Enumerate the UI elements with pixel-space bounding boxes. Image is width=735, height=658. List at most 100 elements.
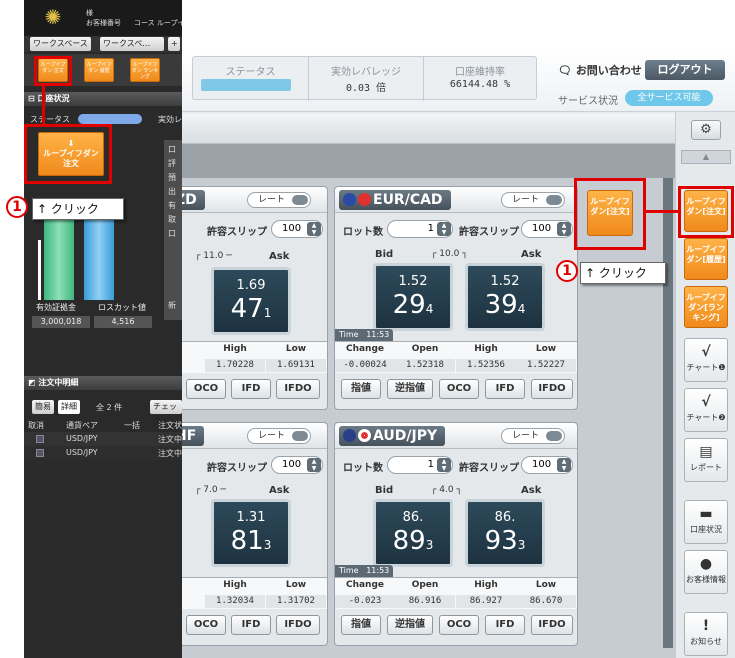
table-row[interactable]: USD/JPY 注文中 — [24, 432, 182, 446]
annotation-connector — [646, 210, 678, 213]
spread-value: ┌ 7.0 ─ — [195, 485, 226, 495]
row-checkbox[interactable] — [36, 435, 44, 443]
panel-title-bar: AUD/JPY レート — [335, 423, 577, 449]
stats-grid: Change Open High Low -0.00024 1.52318 1.… — [335, 341, 577, 373]
rate-toggle[interactable]: レート — [501, 428, 565, 444]
ask-label: Ask — [269, 485, 290, 496]
monitor-icon: ▬ — [699, 506, 713, 522]
floating-loop-order-button[interactable]: ループイフダン[注文] — [587, 190, 633, 236]
notice-icon: ! — [702, 618, 710, 634]
toggle-switch-icon — [546, 431, 562, 441]
effective-margin-value: 3,000,018 — [32, 316, 90, 328]
ask-price-button[interactable]: 1.69 471 — [211, 267, 291, 335]
check-button[interactable]: チェック — [150, 400, 182, 425]
sun-logo-icon: ✺ — [44, 5, 62, 29]
pair-label: EUR/CAD — [339, 190, 451, 210]
ask-price-button[interactable]: 1.52 394 — [465, 263, 545, 331]
slip-label: 許容スリップ — [459, 463, 519, 474]
dk-side-labels: 口 評 預 出 有 取 口 新 — [164, 140, 182, 320]
slip-label: 許容スリップ — [207, 227, 267, 238]
click-callout: ↑ クリック — [32, 198, 124, 220]
table-row[interactable]: USD/JPY 注文中 — [24, 446, 182, 460]
stop-button[interactable]: 逆指値 — [387, 379, 433, 399]
customer-info-button[interactable]: ● お客様情報 — [684, 550, 728, 594]
slip-select[interactable]: 100 ▲ ▼ — [521, 220, 573, 238]
loop-ranking-button[interactable]: ループイフダン[ランキング] — [684, 286, 728, 328]
lot-input[interactable]: 1 ▲ ▼ — [387, 456, 453, 474]
ifd-button[interactable]: IFD — [485, 379, 525, 399]
dark-tabs: ワークスペース ワークスペ… + — [24, 36, 182, 52]
lot-input[interactable]: 1 ▲ ▼ — [387, 220, 453, 238]
course-label: コース ループイフダン — [134, 19, 182, 27]
spinner-icon: ▲ ▼ — [557, 458, 571, 472]
dk-loop-ranking-button[interactable]: ループイフダン ランキング — [130, 58, 160, 82]
bid-price-button[interactable]: 1.52 294 — [373, 263, 453, 331]
workspace-scrollbar[interactable] — [663, 178, 673, 648]
row-checkbox[interactable] — [36, 449, 44, 457]
bid-label: Bid — [375, 249, 394, 260]
leverage-value: 0.03 倍 — [345, 83, 387, 94]
tab-workspace-2[interactable]: ワークスペ… — [100, 37, 164, 51]
ask-price-button[interactable]: 1.31 813 — [211, 499, 291, 567]
bid-price-button[interactable]: 86. 893 — [373, 499, 453, 567]
spinner-icon: ▲ ▼ — [557, 222, 571, 236]
ask-price-button[interactable]: 86. 933 — [465, 499, 545, 567]
chart2-button[interactable]: √ チャート❷ — [684, 388, 728, 432]
ask-label: Ask — [269, 251, 290, 262]
report-button[interactable]: ▤ レポート — [684, 438, 728, 482]
add-tab-icon[interactable]: + — [168, 37, 180, 51]
service-status-badge: 全サービス可能 — [625, 90, 713, 106]
spinner-icon: ▲ ▼ — [307, 222, 321, 236]
slip-label: 許容スリップ — [459, 227, 519, 238]
limit-button[interactable]: 指値 — [341, 379, 381, 399]
toggle-switch-icon — [292, 195, 308, 205]
dk-loop-history-button[interactable]: ループイフダン 履歴 — [84, 58, 114, 82]
losscut-label: ロスカット値 — [98, 303, 146, 312]
limit-button[interactable]: 指値 — [341, 615, 381, 635]
gear-icon[interactable]: ⚙ — [691, 120, 721, 140]
status-col: ステータス — [193, 57, 308, 101]
losscut-value: 4,516 — [94, 316, 152, 328]
oco-button[interactable]: OCO — [186, 615, 226, 635]
oco-button[interactable]: OCO — [439, 615, 479, 635]
scroll-up-icon[interactable]: ▲ — [681, 150, 731, 164]
account-status-panel: ステータス 実効レバレッジ 0.03 倍 口座維持率 66144.48 % — [192, 56, 537, 101]
oco-button[interactable]: OCO — [439, 379, 479, 399]
ifdo-button[interactable]: IFDO — [531, 379, 573, 399]
ifd-button[interactable]: IFD — [231, 379, 271, 399]
ifd-button[interactable]: IFD — [231, 615, 271, 635]
margin-col: 口座維持率 66144.48 % — [423, 57, 536, 101]
account-section-header: ⊟ 口座状況 — [24, 92, 182, 106]
slip-select[interactable]: 100 ▲ ▼ — [271, 220, 323, 238]
ifdo-button[interactable]: IFDO — [276, 379, 320, 399]
tab-detail[interactable]: 詳細 — [58, 400, 80, 414]
user-icon: ● — [699, 556, 713, 572]
ifdo-button[interactable]: IFDO — [276, 615, 320, 635]
service-status-label: サービス状況 — [558, 96, 618, 107]
oco-button[interactable]: OCO — [186, 379, 226, 399]
stop-button[interactable]: 逆指値 — [387, 615, 433, 635]
chart1-button[interactable]: √ チャート❶ — [684, 338, 728, 382]
account-status-button[interactable]: ▬ 口座状況 — [684, 500, 728, 544]
rate-toggle[interactable]: レート — [501, 192, 565, 208]
notice-button[interactable]: ! お知らせ — [684, 612, 728, 656]
tab-workspace[interactable]: ワークスペース — [30, 37, 91, 51]
rate-toggle[interactable]: レート — [247, 428, 311, 444]
dk-big-order-button[interactable]: ⬇ ループイフダン 注文 — [38, 132, 104, 176]
eu-flag-icon — [343, 193, 356, 206]
gauge-marker — [38, 240, 41, 300]
lot-label: ロット数 — [343, 227, 383, 238]
inquiry-link[interactable]: 🗨 お問い合わせ — [558, 62, 642, 78]
tab-simple[interactable]: 簡易 — [32, 400, 54, 414]
rate-toggle[interactable]: レート — [247, 192, 311, 208]
logout-button[interactable]: ログアウト — [645, 60, 725, 80]
currency-panel-audjpy: AUD/JPY レート ロット数 1 ▲ ▼ 許容スリップ 100 ▲ ▼ Bid ┌ … — [334, 422, 578, 646]
ifd-button[interactable]: IFD — [485, 615, 525, 635]
slip-select[interactable]: 100 ▲ ▼ — [271, 456, 323, 474]
slip-select[interactable]: 100 ▲ ▼ — [521, 456, 573, 474]
toggle-switch-icon — [292, 431, 308, 441]
ifdo-button[interactable]: IFDO — [531, 615, 573, 635]
annotation-connector — [42, 86, 45, 126]
loop-history-button[interactable]: ループイフダン[履歴] — [684, 238, 728, 280]
spread-value: ┌ 10.0 ┐ — [431, 249, 468, 259]
